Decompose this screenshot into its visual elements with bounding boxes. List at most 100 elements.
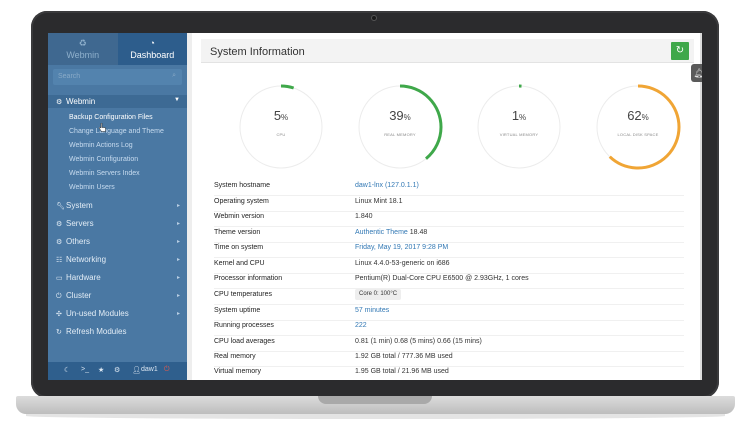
tab-webmin-label: Webmin — [66, 49, 100, 60]
uptime-link[interactable]: 57 minutes — [355, 307, 389, 314]
search-placeholder: Search — [58, 73, 81, 80]
wrench-icon: 🔧︎ — [56, 203, 65, 210]
user-icon[interactable]: 👤︎ — [132, 366, 141, 374]
info-key: Operating system — [214, 198, 269, 205]
caret-down-icon: ▼ — [174, 97, 180, 103]
info-key: Running processes — [214, 322, 274, 329]
stage: ♻ Webmin ◔ Dashboard Search ⌕ ⚙ Webmin ▼ … — [0, 0, 750, 435]
footer-username[interactable]: daw1 — [141, 366, 158, 373]
gauge-virtual-memory: 1% VIRTUAL MEMORY — [473, 81, 565, 173]
gauge-value: 1% — [473, 108, 565, 123]
cogs-icon[interactable]: ⚙ — [114, 366, 120, 374]
info-key: System hostname — [214, 182, 271, 189]
caret-right-icon: ▸ — [176, 275, 180, 281]
search-input[interactable]: Search ⌕ — [53, 69, 182, 85]
sidebar-link-servers-index[interactable]: Webmin Servers Index — [69, 170, 140, 177]
caret-right-icon: ▸ — [176, 293, 180, 299]
info-key: Webmin version — [214, 213, 265, 220]
info-key: Virtual memory — [214, 368, 261, 375]
sidebar-item-label: Refresh Modules — [66, 327, 127, 336]
screen: ♻ Webmin ◔ Dashboard Search ⌕ ⚙ Webmin ▼ … — [48, 33, 702, 380]
sidebar-item-refresh-modules[interactable]: ↻ Refresh Modules — [56, 327, 180, 336]
sidebar-item-label: Others — [66, 237, 91, 246]
info-row-processes: Running processes 222 — [214, 320, 684, 335]
refresh-button[interactable]: ↻ — [671, 42, 689, 60]
info-value: 0.81 (1 min) 0.68 (5 mins) 0.66 (15 mins… — [355, 338, 482, 345]
processes-link[interactable]: 222 — [355, 322, 367, 329]
gear-icon: ⚙ — [56, 99, 63, 106]
cogs-icon: ⚙ — [56, 239, 63, 246]
info-row-os: Operating system Linux Mint 18.1 — [214, 196, 684, 211]
sidebar-item-unused-modules[interactable]: ✣ Un-used Modules ▸ — [56, 309, 180, 318]
cog-icon: ⚙ — [56, 221, 63, 228]
sidebar-link-language[interactable]: Change Language and Theme — [69, 128, 164, 135]
camera-icon — [371, 15, 377, 21]
info-row-hostname: System hostname daw1-lnx (127.0.1.1) — [214, 180, 684, 195]
star-icon[interactable]: ★ — [98, 366, 104, 374]
sidebar-link-webmin-users[interactable]: Webmin Users — [69, 184, 115, 191]
gauge-ring — [476, 84, 562, 170]
cpu-temp-badge: Core 0: 100°C — [355, 289, 402, 300]
logout-icon[interactable]: ⏻ — [164, 366, 170, 374]
search-icon: ⌕ — [172, 72, 176, 79]
sidebar-link-webmin-config[interactable]: Webmin Configuration — [69, 156, 138, 163]
info-value: Linux Mint 18.1 — [355, 198, 403, 205]
sidebar-item-webmin-label: Webmin — [66, 97, 96, 106]
info-row-virtual-memory: Virtual memory 1.95 GB total / 21.96 MB … — [214, 366, 684, 380]
notification-bell-icon[interactable]: 🔔︎ — [691, 64, 702, 82]
sidebar-link-backup[interactable]: Backup Configuration Files — [69, 114, 153, 121]
sidebar-item-webmin[interactable]: ⚙ Webmin ▼ — [48, 95, 187, 108]
caret-right-icon: ▸ — [176, 221, 180, 227]
gauge-track — [239, 85, 323, 169]
gauge-cpu: 5% CPU — [235, 81, 327, 173]
sidebar-item-label: System — [66, 201, 93, 210]
gauge-unit: % — [281, 113, 289, 122]
sidebar-item-system[interactable]: 🔧︎System ▸ — [56, 201, 180, 210]
info-row-uptime: System uptime 57 minutes — [214, 305, 684, 320]
moon-icon[interactable]: ☾ — [64, 366, 70, 374]
theme-link[interactable]: Authentic Theme — [355, 229, 408, 236]
info-row-kernel: Kernel and CPU Linux 4.4.0-53-generic on… — [214, 258, 684, 273]
sidebar-item-label: Cluster — [66, 291, 92, 300]
sidebar-item-servers[interactable]: ⚙ Servers ▸ — [56, 219, 180, 228]
info-value: Pentium(R) Dual-Core CPU E6500 @ 2.93GHz… — [355, 275, 529, 282]
info-value: Linux 4.4.0-53-generic on i686 — [355, 260, 450, 267]
tab-dashboard[interactable]: ◔ Dashboard — [117, 33, 187, 65]
info-key: Real memory — [214, 353, 256, 360]
sidebar: ♻ Webmin ◔ Dashboard Search ⌕ ⚙ Webmin ▼ … — [48, 33, 187, 380]
tab-webmin[interactable]: ♻ Webmin — [48, 33, 118, 65]
sidebar-item-hardware[interactable]: ▭ Hardware ▸ — [56, 273, 180, 282]
content-area: System Information ↻ 🔔︎ 5% CPU 39% REAL … — [187, 33, 702, 380]
scrollbar[interactable] — [700, 33, 702, 380]
caret-right-icon: ▸ — [176, 239, 180, 245]
info-key: CPU temperatures — [214, 291, 272, 298]
gauge-label: CPU — [276, 132, 286, 137]
gauge-value: 39% — [354, 108, 446, 123]
caret-right-icon: ▸ — [176, 311, 180, 317]
sidebar-item-networking[interactable]: ☷ Networking ▸ — [56, 255, 180, 264]
gauge-real-memory: 39% REAL MEMORY — [354, 81, 446, 173]
sidebar-link-actions-log[interactable]: Webmin Actions Log — [69, 142, 133, 149]
sidebar-item-label: Hardware — [66, 273, 101, 282]
caret-right-icon: ▸ — [176, 203, 180, 209]
sidebar-item-cluster[interactable]: ⏻ Cluster ▸ — [56, 291, 180, 301]
terminal-icon[interactable]: >_ — [81, 366, 89, 373]
gauge-number: 62 — [627, 108, 642, 123]
info-row-real-memory: Real memory 1.92 GB total / 777.36 MB us… — [214, 351, 684, 366]
gauge-label: REAL MEMORY — [384, 132, 416, 137]
gauge-track — [477, 85, 561, 169]
mouse-pointer-icon — [99, 123, 106, 132]
info-row-time: Time on system Friday, May 19, 2017 9:28… — [214, 242, 684, 257]
sidebar-item-others[interactable]: ⚙ Others ▸ — [56, 237, 180, 246]
recycle-icon: ♻ — [78, 37, 87, 48]
info-row-theme-version: Theme version Authentic Theme 18.48 — [214, 227, 684, 242]
gauge-unit: % — [641, 113, 649, 122]
time-link[interactable]: Friday, May 19, 2017 9:28 PM — [355, 244, 448, 251]
puzzle-icon: ✣ — [56, 311, 62, 318]
gauge-number: 39 — [389, 108, 404, 123]
hostname-link[interactable]: daw1-lnx (127.0.1.1) — [355, 182, 419, 189]
refresh-icon: ↻ — [675, 45, 685, 56]
sidebar-tabs: ♻ Webmin ◔ Dashboard — [48, 33, 187, 65]
info-key: Time on system — [214, 244, 264, 251]
sidebar-item-label: Un-used Modules — [66, 309, 129, 318]
